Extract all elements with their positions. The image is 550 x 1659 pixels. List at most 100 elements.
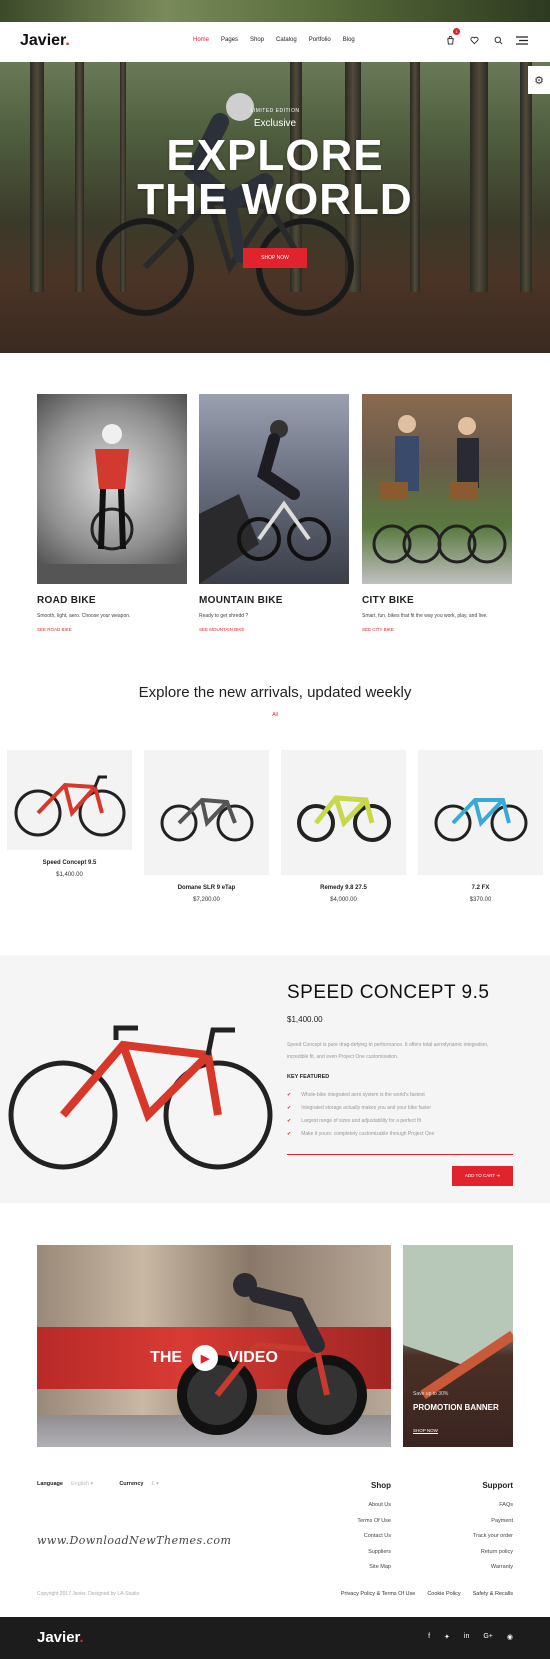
filter-all-tab[interactable]: All	[0, 712, 550, 718]
product-image[interactable]	[7, 750, 132, 850]
privacy-policy-link[interactable]: Privacy Policy & Terms Of Use	[341, 1591, 415, 1597]
road-bike-image[interactable]	[37, 394, 187, 584]
video-banner[interactable]: THE ▶ VIDEO	[37, 1245, 391, 1447]
promo-shop-now-link[interactable]: SHOP NOW	[413, 1428, 438, 1434]
product-price: $1,400.00	[56, 872, 83, 878]
feature-item: ✔ Largest range of sizes and adjustabilit…	[287, 1115, 434, 1128]
footer-link-payment[interactable]: Payment	[473, 1518, 513, 1534]
footer-link-track-order[interactable]: Track your order	[473, 1533, 513, 1549]
hero-headline-line1: EXPLORE	[166, 131, 384, 180]
nav-shop[interactable]: Shop	[250, 37, 264, 43]
shop-now-button[interactable]: SHOP NOW	[243, 248, 307, 268]
video-text-video: VIDEO	[228, 1349, 278, 1366]
product-card[interactable]: Domane SLR 9 eTap $7,200.00	[144, 750, 269, 903]
logo-text: Javier	[20, 32, 66, 49]
footer-link-faqs[interactable]: FAQs	[473, 1502, 513, 1518]
category-desc: Smart, fun, bikes that fit the way you w…	[362, 613, 488, 619]
product-card[interactable]: 7.2 FX $370.00	[418, 750, 543, 903]
currency-label: Currency	[119, 1481, 144, 1487]
cookie-policy-link[interactable]: Cookie Policy	[427, 1591, 460, 1597]
promotion-banner[interactable]: Save up to 30% PROMOTION BANNER SHOP NOW	[403, 1245, 513, 1447]
footer-link-warranty[interactable]: Warranty	[473, 1564, 513, 1580]
social-links: f ✦ in G+ ◉	[428, 1633, 513, 1641]
footer-logo-text: Javier	[37, 1629, 80, 1646]
footer-link-about-us[interactable]: About Us	[357, 1502, 391, 1518]
feature-text: Integrated storage actually makes you an…	[301, 1105, 431, 1111]
currency-select[interactable]: £ ▾	[151, 1481, 158, 1487]
search-icon[interactable]	[492, 34, 504, 46]
hero-headline: EXPLORE THE WORLD	[0, 134, 550, 222]
see-mountain-bike-link[interactable]: SEE MOUNTAIN BIKE	[199, 627, 349, 632]
heart-icon[interactable]	[468, 34, 480, 46]
language-label: Language	[37, 1481, 63, 1487]
nav-catalog[interactable]: Catalog	[276, 37, 297, 43]
see-road-bike-link[interactable]: SEE ROAD BIKE	[37, 627, 187, 632]
check-icon: ✔	[287, 1131, 292, 1137]
footer-logo-dot: .	[79, 1629, 84, 1646]
add-to-cart-button[interactable]: ADD TO CART ➜	[452, 1166, 513, 1186]
cart-icon[interactable]: 1	[444, 28, 460, 46]
twitter-icon[interactable]: ✦	[444, 1633, 450, 1641]
video-text-the: THE	[150, 1349, 183, 1366]
product-image[interactable]	[281, 750, 406, 875]
legal-links: Privacy Policy & Terms Of Use Cookie Pol…	[341, 1591, 513, 1597]
product-name[interactable]: Speed Concept 9.5	[7, 860, 132, 866]
nav-blog[interactable]: Blog	[343, 37, 355, 43]
header-icons: 1	[444, 28, 528, 46]
arrivals-title: Explore the new arrivals, updated weekly	[138, 684, 412, 701]
footer-link-sitemap[interactable]: Site Map	[357, 1564, 391, 1580]
product-price: $370.00	[469, 897, 492, 903]
footer-logo[interactable]: Javier.	[37, 1629, 84, 1646]
play-video-label[interactable]: THE ▶ VIDEO	[37, 1345, 391, 1371]
language-select[interactable]: English ▾	[71, 1481, 93, 1487]
product-card[interactable]: Remedy 9.8 27.5 $4,000.00	[281, 750, 406, 903]
product-image[interactable]	[144, 750, 269, 875]
product-name[interactable]: Remedy 9.8 27.5	[281, 885, 406, 891]
instagram-icon[interactable]: ◉	[507, 1633, 513, 1641]
menu-icon[interactable]	[516, 34, 528, 46]
footer-bar: Javier. f ✦ in G+ ◉	[0, 1617, 550, 1659]
footer-support-column: Support FAQs Payment Track your order Re…	[473, 1481, 513, 1580]
product-card[interactable]: Speed Concept 9.5 $1,400.00	[7, 750, 132, 878]
settings-gear-icon[interactable]: ⚙	[528, 66, 550, 94]
footer-link-suppliers[interactable]: Suppliers	[357, 1549, 391, 1565]
shop-heading: Shop	[371, 1481, 391, 1490]
currency-value: £	[151, 1481, 155, 1487]
featured-bike-image[interactable]	[8, 985, 276, 1175]
product-name[interactable]: 7.2 FX	[418, 885, 543, 891]
google-plus-icon[interactable]: G+	[483, 1633, 493, 1641]
product-image[interactable]	[418, 750, 543, 875]
featured-price: $1,400.00	[287, 1015, 323, 1024]
linkedin-icon[interactable]: in	[464, 1633, 469, 1641]
feature-item: ✔ Make it yours: completely customizable …	[287, 1128, 434, 1141]
locale-selectors: Language English ▾ Currency £ ▾	[37, 1481, 159, 1487]
promo-subtitle: Save up to 30%	[413, 1391, 449, 1397]
feature-item: ✔ Whole-bike integrated aero system is th…	[287, 1089, 434, 1102]
feature-text: Make it yours: completely customizable t…	[301, 1131, 435, 1137]
safety-recalls-link[interactable]: Safety & Recalls	[473, 1591, 513, 1597]
check-icon: ✔	[287, 1118, 292, 1124]
footer-link-terms[interactable]: Terms Of Use	[357, 1518, 391, 1534]
hero-headline-line2: THE WORLD	[137, 175, 413, 224]
hero-top-strip	[0, 0, 550, 22]
nav-home[interactable]: Home	[193, 37, 209, 43]
promo-title: PROMOTION BANNER	[413, 1403, 499, 1412]
facebook-icon[interactable]: f	[428, 1633, 430, 1641]
site-header: Javier. Home Pages Shop Catalog Portfoli…	[0, 22, 550, 62]
footer-link-contact[interactable]: Contact Us	[357, 1533, 391, 1549]
category-desc: Ready to get shredd ?	[199, 613, 249, 619]
city-bike-image[interactable]	[362, 394, 512, 584]
feature-list: ✔ Whole-bike integrated aero system is th…	[287, 1089, 434, 1141]
see-city-bike-link[interactable]: SEE CITY BIKE	[362, 627, 512, 632]
nav-pages[interactable]: Pages	[221, 37, 238, 43]
category-desc: Smooth, light, aero. Choose your weapon.	[37, 613, 131, 619]
key-featured-heading: KEY FEATURED	[287, 1074, 330, 1080]
logo-dot: .	[65, 32, 70, 49]
logo[interactable]: Javier.	[20, 32, 70, 50]
play-icon[interactable]: ▶	[192, 1345, 219, 1371]
mountain-bike-image[interactable]	[199, 394, 349, 584]
nav-portfolio[interactable]: Portfolio	[309, 37, 331, 43]
footer-link-return-policy[interactable]: Return policy	[473, 1549, 513, 1565]
product-name[interactable]: Domane SLR 9 eTap	[144, 885, 269, 891]
support-heading: Support	[482, 1481, 513, 1490]
